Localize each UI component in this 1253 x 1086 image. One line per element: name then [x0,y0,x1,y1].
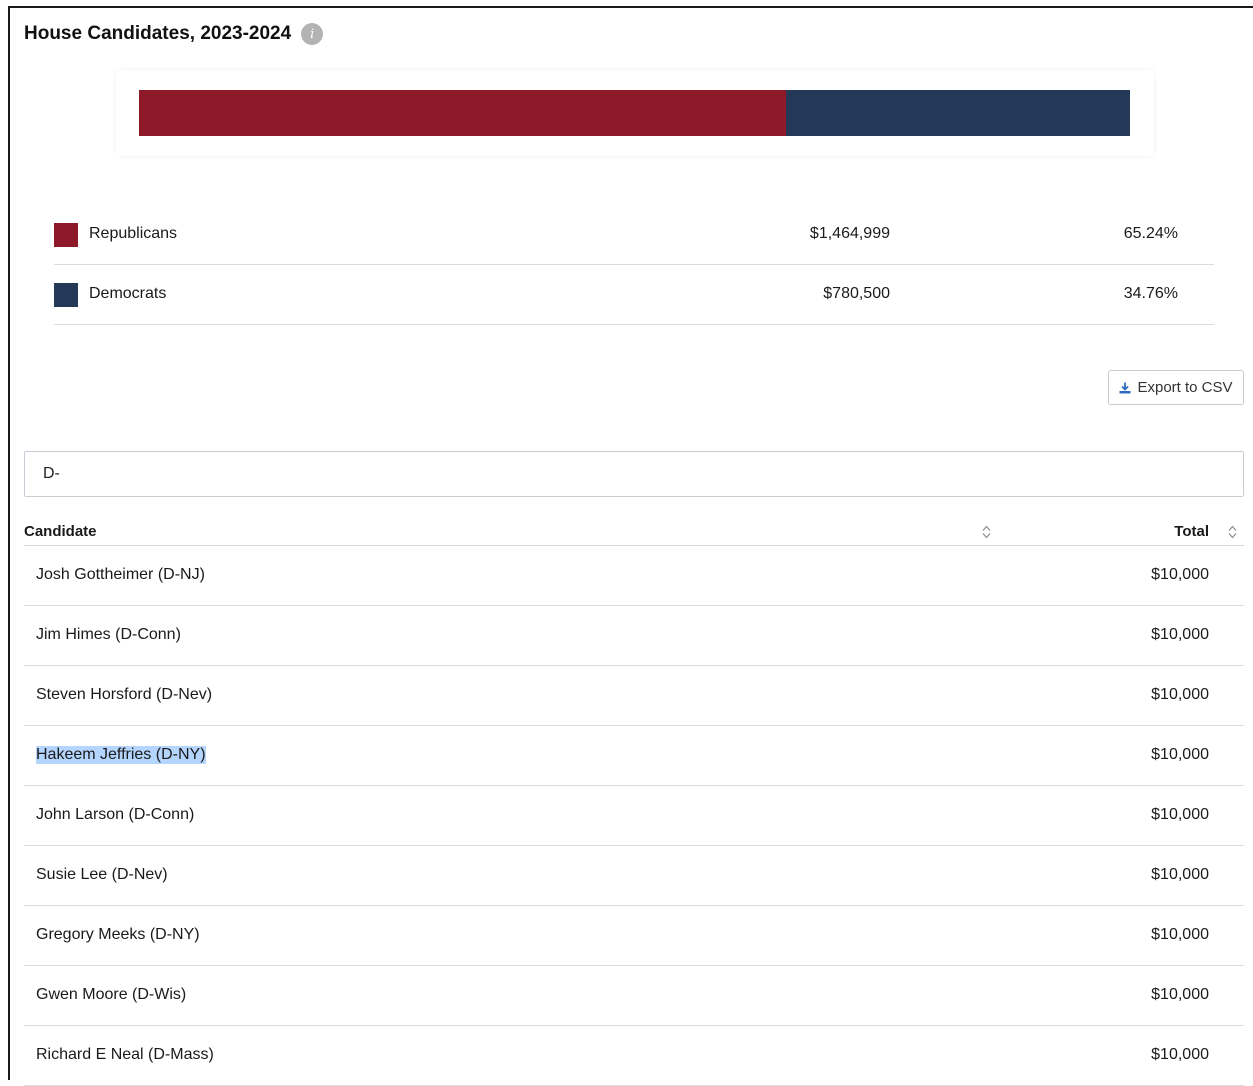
legend-swatch [54,283,78,307]
candidate-name[interactable]: Hakeem Jeffries (D-NY) [36,746,206,764]
candidate-total: $10,000 [1151,806,1209,823]
table-row[interactable]: Jim Himes (D-Conn) $10,000 [24,606,1244,666]
legend-swatch [54,223,78,247]
table-row[interactable]: Gwen Moore (D-Wis) $10,000 [24,966,1244,1026]
candidate-total: $10,000 [1151,866,1209,883]
candidate-name[interactable]: Richard E Neal (D-Mass) [36,1046,214,1064]
column-header-candidate[interactable]: Candidate [24,523,97,540]
candidate-name[interactable]: Steven Horsford (D-Nev) [36,686,212,704]
candidate-total: $10,000 [1151,926,1209,943]
legend-row: Democrats $780,500 34.76% [54,265,1214,325]
legend-name: Democrats [89,285,167,302]
info-icon[interactable]: i [301,23,324,45]
table-row[interactable]: Richard E Neal (D-Mass) $10,000 [24,1026,1244,1086]
export-csv-button[interactable]: Export to CSV [1108,370,1244,405]
export-csv-label: Export to CSV [1137,379,1233,396]
candidate-total: $10,000 [1151,1046,1209,1063]
table-row[interactable]: Hakeem Jeffries (D-NY) $10,000 [24,726,1244,786]
bar-segment-democrats [785,90,1130,136]
candidate-name[interactable]: Josh Gottheimer (D-NJ) [36,566,205,584]
candidate-name[interactable]: John Larson (D-Conn) [36,806,194,824]
sort-candidate-icon[interactable] [982,525,991,539]
candidate-total: $10,000 [1151,986,1209,1003]
table-header: Candidate Total [24,516,1244,546]
candidate-total: $10,000 [1151,746,1209,763]
candidate-name[interactable]: Susie Lee (D-Nev) [36,866,168,884]
candidate-name[interactable]: Gwen Moore (D-Wis) [36,986,186,1004]
candidate-name[interactable]: Jim Himes (D-Conn) [36,626,181,644]
legend-percent: 34.76% [1123,285,1178,302]
legend-name: Republicans [89,225,178,242]
table-row[interactable]: Gregory Meeks (D-NY) $10,000 [24,906,1244,966]
table-row[interactable]: Josh Gottheimer (D-NJ) $10,000 [24,546,1244,606]
table-row[interactable]: Steven Horsford (D-Nev) $10,000 [24,666,1244,726]
candidate-total: $10,000 [1151,686,1209,703]
filter-input[interactable] [24,451,1244,497]
candidate-total: $10,000 [1151,626,1209,643]
legend-percent: 65.24% [1123,225,1178,242]
table-row[interactable]: Susie Lee (D-Nev) $10,000 [24,846,1244,906]
bar-segment-republicans [139,90,786,136]
candidate-name[interactable]: Gregory Meeks (D-NY) [36,926,200,944]
candidates-table: Candidate Total Josh Gottheimer (D-NJ) $1… [24,516,1244,1086]
legend-amount: $780,500 [823,285,890,302]
download-icon [1119,382,1131,393]
stacked-bar-chart [139,90,1130,136]
party-legend: Republicans $1,464,999 65.24% Democrats $780… [54,205,1214,325]
column-header-total[interactable]: Total [1174,523,1209,540]
sort-total-icon[interactable] [1228,525,1237,539]
candidate-total: $10,000 [1151,566,1209,583]
table-row[interactable]: John Larson (D-Conn) $10,000 [24,786,1244,846]
title-row: House Candidates, 2023-2024 i [24,20,324,48]
legend-row: Republicans $1,464,999 65.24% [54,205,1214,265]
table-body: Josh Gottheimer (D-NJ) $10,000 Jim Himes (… [24,546,1244,1086]
legend-amount: $1,464,999 [809,225,890,242]
page-title: House Candidates, 2023-2024 [24,23,292,44]
